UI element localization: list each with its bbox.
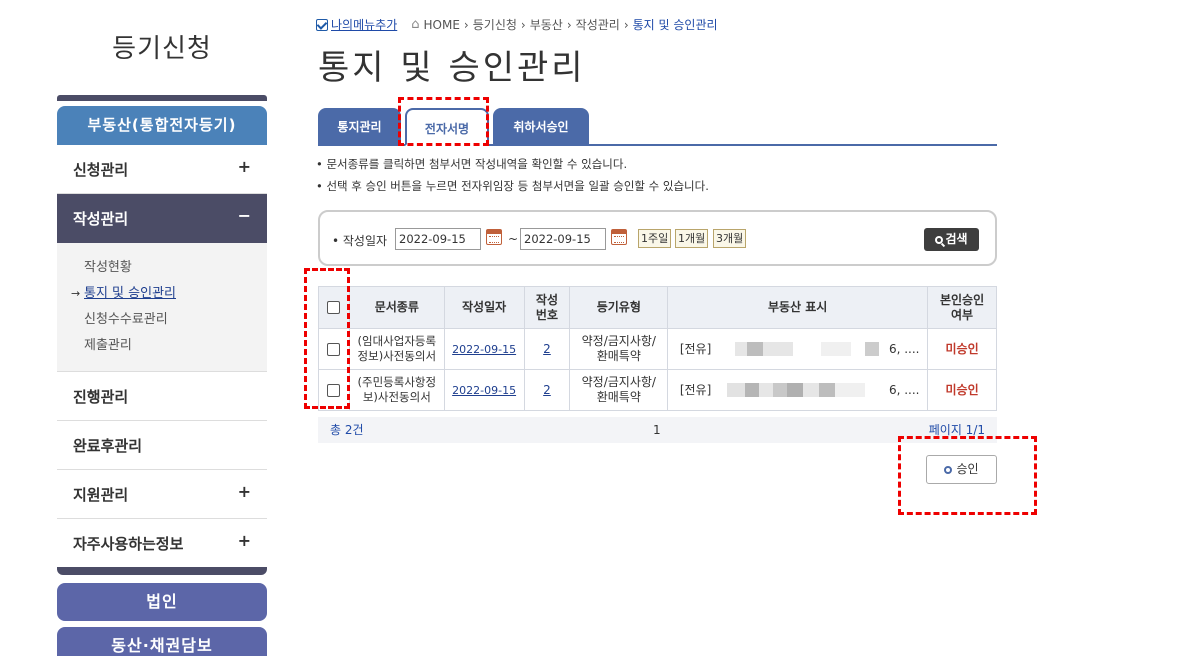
breadcrumb-item[interactable]: 부동산 [530, 16, 563, 33]
search-icon [935, 236, 944, 244]
date-from-input[interactable]: 2022-09-15 [395, 228, 481, 250]
sidebar-item-label: 지원관리 [73, 485, 129, 504]
sidebar-item-label: 진행관리 [73, 387, 129, 406]
column-header: 작성 번호 [523, 286, 571, 329]
total-count: 총 2건 [330, 423, 364, 437]
doc-type-cell[interactable]: (임대사업자등록 정보)사전동의서 [348, 328, 445, 370]
property-prefix: [전유] [679, 382, 712, 397]
document-table: 문서종류 작성일자 작성 번호 등기유형 부동산 표시 본인승인 여부 (임대사… [318, 286, 997, 411]
date-to-input[interactable]: 2022-09-15 [520, 228, 606, 250]
tab-notice[interactable]: 통지관리 [318, 108, 401, 146]
breadcrumb-current: 통지 및 승인관리 [632, 18, 718, 32]
date-link[interactable]: 2022-09-15 [452, 384, 516, 397]
table-row: (주민등록사항정 보)사전동의서 2022-09-15 2 약정/금지사항/ 환… [318, 369, 997, 411]
highlight-box-approve [898, 436, 1037, 515]
breadcrumb-item[interactable]: 작성관리 [576, 16, 620, 33]
search-button[interactable]: 검색 [924, 228, 979, 251]
status-badge: 미승인 [945, 341, 979, 356]
calendar-icon[interactable] [486, 229, 502, 245]
sidebar-category-button[interactable]: 부동산(통합전자등기) [57, 106, 267, 145]
sidebar-submenu: 작성현황 → 통지 및 승인관리 신청수수료관리 제출관리 [57, 243, 267, 372]
checkbox-icon [316, 18, 328, 31]
home-icon: ⌂ [411, 17, 420, 32]
date-link[interactable]: 2022-09-15 [452, 343, 516, 356]
column-header: 문서종류 [348, 286, 445, 329]
sidebar-item-writing[interactable]: 작성관리 − [57, 194, 267, 243]
guide-notes: • 문서종류를 클릭하면 첨부서면 작성내역을 확인할 수 있습니다. • 선택… [316, 153, 709, 197]
sidebar-top-bar [57, 95, 267, 101]
add-my-menu-link[interactable]: 나의메뉴추가 [316, 16, 397, 33]
minus-icon: − [237, 206, 251, 225]
plus-icon: + [237, 531, 251, 550]
reg-type-cell: 약정/금지사항/ 환매특약 [569, 328, 669, 370]
submenu-item-fee[interactable]: 신청수수료관리 [84, 307, 267, 333]
sidebar-item-support[interactable]: 지원관리 + [57, 470, 267, 519]
plus-icon: + [237, 482, 251, 501]
sidebar-item-label: 작성관리 [73, 210, 129, 228]
guide-note: • 선택 후 승인 버튼을 누르면 전자위임장 등 첨부서면을 일괄 승인할 수… [316, 179, 709, 193]
sidebar-item-after-complete[interactable]: 완료후관리 [57, 421, 267, 470]
sidebar-item-label: 신청관리 [73, 160, 129, 179]
sidebar-item-label: 자주사용하는정보 [73, 535, 184, 553]
table-footer: 총 2건 1 페이지 1/1 [318, 417, 997, 443]
sidebar-item-frequent-info[interactable]: 자주사용하는정보 + [57, 519, 267, 568]
doc-type-cell[interactable]: (주민등록사항정 보)사전동의서 [348, 369, 445, 411]
guide-note: • 문서종류를 클릭하면 첨부서면 작성내역을 확인할 수 있습니다. [316, 157, 628, 171]
sidebar-bottom-bar [57, 567, 267, 575]
property-suffix: 6, .... [888, 341, 920, 356]
column-header: 작성일자 [443, 286, 525, 329]
sidebar-item-application[interactable]: 신청관리 + [57, 145, 267, 194]
date-label: • 작성일자 [332, 234, 388, 248]
sidebar-item-progress[interactable]: 진행관리 [57, 372, 267, 421]
date-separator: ~ [508, 232, 519, 246]
reg-type-cell: 약정/금지사항/ 환매특약 [569, 369, 669, 411]
arrow-right-icon: → [71, 287, 81, 300]
breadcrumb-home[interactable]: HOME [424, 18, 460, 32]
movable-collateral-button[interactable]: 동산·채권담보 [57, 627, 267, 656]
number-link[interactable]: 2 [543, 383, 551, 397]
quick-1week-button[interactable]: 1주일 [638, 229, 672, 248]
corporation-button[interactable]: 법인 [57, 583, 267, 621]
masked-address [715, 383, 886, 397]
table-header-row: 문서종류 작성일자 작성 번호 등기유형 부동산 표시 본인승인 여부 [318, 286, 997, 329]
submenu-item-notice-approval[interactable]: → 통지 및 승인관리 [71, 281, 267, 307]
highlight-box-tab [398, 97, 489, 146]
sidebar-menu: 신청관리 + 작성관리 − 작성현황 → 통지 및 승인관리 신청수수료관리 제출… [57, 145, 267, 568]
sidebar-item-label: 완료후관리 [73, 436, 143, 455]
quick-1month-button[interactable]: 1개월 [675, 229, 709, 248]
table-row: (임대사업자등록 정보)사전동의서 2022-09-15 2 약정/금지사항/ … [318, 328, 997, 370]
masked-address [715, 342, 886, 356]
column-header: 부동산 표시 [667, 286, 929, 329]
submenu-item-label: 통지 및 승인관리 [84, 286, 176, 301]
page-number-link[interactable]: 1 [653, 417, 661, 443]
calendar-icon[interactable] [611, 229, 627, 245]
sidebar-title: 등기신청 [112, 34, 212, 64]
property-cell: [전유] 6, .... [667, 328, 929, 370]
submenu-item-submit[interactable]: 제출관리 [84, 333, 267, 359]
status-badge: 미승인 [945, 382, 979, 397]
plus-icon: + [237, 157, 251, 176]
tab-withdrawal-approval[interactable]: 취하서승인 [493, 108, 589, 146]
number-link[interactable]: 2 [543, 342, 551, 356]
column-header: 등기유형 [569, 286, 669, 329]
breadcrumb-item[interactable]: 등기신청 [473, 16, 517, 33]
quick-3month-button[interactable]: 3개월 [713, 229, 747, 248]
property-suffix: 6, .... [888, 382, 920, 397]
search-panel: • 작성일자 2022-09-15 ~ 2022-09-15 1주일 1개월 3… [318, 210, 997, 266]
highlight-box-checkboxes [304, 268, 350, 409]
submenu-item-status[interactable]: 작성현황 [84, 255, 267, 281]
property-cell: [전유] 6, .... [667, 369, 929, 411]
page-title: 통지 및 승인관리 [318, 48, 586, 88]
property-prefix: [전유] [679, 341, 712, 356]
breadcrumb: 나의메뉴추가 ⌂ HOME › 등기신청 › 부동산 › 작성관리 › 통지 및… [316, 16, 718, 33]
column-header: 본인승인 여부 [927, 286, 997, 329]
